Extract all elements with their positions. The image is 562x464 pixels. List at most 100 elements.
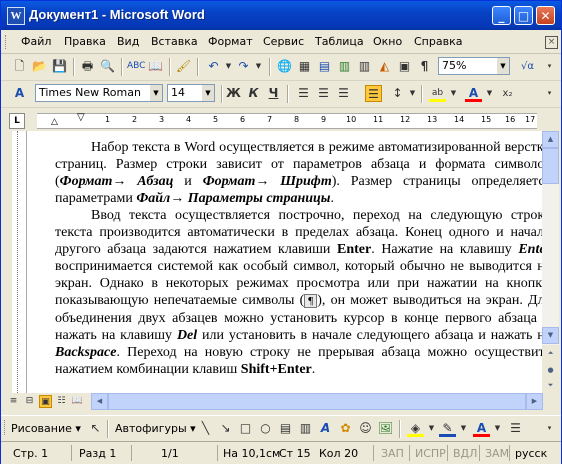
menu-grip[interactable]: [5, 35, 9, 49]
paragraph-2[interactable]: Ввод текста осуществляется построчно, пе…: [55, 207, 542, 378]
vertical-ruler[interactable]: [12, 131, 27, 393]
scroll-left-button[interactable]: ◀: [91, 393, 108, 410]
next-page-icon[interactable]: ⏷: [542, 377, 559, 394]
scroll-up-button[interactable]: ▲: [542, 131, 559, 148]
styles-icon[interactable]: A: [11, 85, 28, 102]
horizontal-ruler[interactable]: ▽ △ 1 2 3 4 5 6 7 8 9 10 11 12 13 14 15 …: [37, 112, 537, 129]
outline-view-icon[interactable]: ☷: [55, 395, 68, 408]
research-icon[interactable]: 📖: [147, 58, 164, 75]
scroll-down-button[interactable]: ▼: [542, 327, 559, 344]
drawing-icon[interactable]: ◭: [376, 58, 393, 75]
vertical-textbox-icon[interactable]: ▥: [297, 420, 314, 437]
menu-table[interactable]: Таблица: [315, 35, 364, 48]
menu-help[interactable]: Справка: [414, 35, 462, 48]
font-name-combo[interactable]: Times New Roman ▼: [35, 84, 163, 102]
select-objects-icon[interactable]: ↖: [87, 420, 104, 437]
font-color-icon[interactable]: A: [465, 85, 482, 102]
show-formatting-icon[interactable]: ¶: [416, 58, 433, 75]
format-toolbar-options-icon[interactable]: ▾: [541, 85, 558, 102]
tables-borders-icon[interactable]: ▦: [296, 58, 313, 75]
close-button[interactable]: ✕: [536, 6, 555, 25]
fill-color-dropdown-icon[interactable]: ▼: [423, 420, 440, 437]
align-left-icon[interactable]: ☰: [295, 85, 312, 102]
status-record-macro[interactable]: ЗАП: [381, 447, 404, 460]
draw-menu-button[interactable]: Рисование ▾: [11, 422, 81, 435]
menu-window[interactable]: Окно: [373, 35, 402, 48]
menu-edit[interactable]: Правка: [64, 35, 106, 48]
drawing-toolbar-options-icon[interactable]: ▾: [541, 420, 558, 437]
left-indent-marker[interactable]: △: [51, 117, 58, 127]
close-document-icon[interactable]: ×: [545, 36, 558, 49]
highlight-dropdown-icon[interactable]: ▼: [445, 85, 462, 102]
italic-button[interactable]: К: [245, 85, 262, 102]
subscript-icon[interactable]: x₂: [499, 85, 516, 102]
save-icon[interactable]: 💾: [51, 58, 68, 75]
print-preview-icon[interactable]: 🔍: [99, 58, 116, 75]
paragraph-1[interactable]: Набор текста в Word осуществляется в реж…: [55, 139, 542, 207]
first-line-indent-marker[interactable]: ▽: [77, 112, 85, 123]
toolbar-options-icon[interactable]: ▾: [541, 58, 558, 75]
insert-picture-icon[interactable]: 🖼: [377, 420, 394, 437]
zoom-dropdown-icon[interactable]: ▼: [497, 58, 509, 74]
line-color-icon[interactable]: ✎: [439, 420, 456, 437]
line-spacing-dropdown-icon[interactable]: ▼: [404, 85, 421, 102]
document-map-icon[interactable]: ▣: [396, 58, 413, 75]
horizontal-scrollbar[interactable]: ◀ ▶: [91, 393, 543, 410]
redo-dropdown-icon[interactable]: ▼: [250, 58, 267, 75]
vertical-scroll-thumb[interactable]: [542, 148, 559, 184]
document-area[interactable]: Набор текста в Word осуществляется в реж…: [27, 131, 542, 393]
status-overtype[interactable]: ЗАМ: [485, 447, 509, 460]
web-view-icon[interactable]: ⊟: [23, 395, 36, 408]
format-painter-icon[interactable]: 🖌: [175, 58, 192, 75]
arrow-tool-icon[interactable]: ↘: [217, 420, 234, 437]
font-color-dropdown-icon[interactable]: ▼: [481, 85, 498, 102]
font-size-dropdown-icon[interactable]: ▼: [202, 85, 214, 101]
tab-stop-selector[interactable]: L: [9, 113, 25, 129]
underline-button[interactable]: Ч: [265, 85, 282, 102]
oval-tool-icon[interactable]: ○: [257, 420, 274, 437]
line-style-icon[interactable]: ☰: [507, 420, 524, 437]
status-track-changes[interactable]: ИСПР: [415, 447, 446, 460]
maximize-button[interactable]: □: [514, 6, 533, 25]
fill-color-icon[interactable]: ◈: [407, 420, 424, 437]
bold-button[interactable]: Ж: [225, 85, 242, 102]
font-name-dropdown-icon[interactable]: ▼: [150, 85, 162, 101]
reading-view-icon[interactable]: 📖: [71, 395, 84, 408]
title-bar[interactable]: W Документ1 - Microsoft Word _ □ ✕: [1, 1, 561, 30]
scroll-right-button[interactable]: ▶: [526, 393, 543, 410]
document-text[interactable]: Набор текста в Word осуществляется в реж…: [55, 139, 542, 378]
menu-insert[interactable]: Вставка: [151, 35, 198, 48]
word-app-icon[interactable]: W: [7, 7, 25, 25]
line-color-dropdown-icon[interactable]: ▼: [455, 420, 472, 437]
rectangle-tool-icon[interactable]: □: [237, 420, 254, 437]
horizontal-scroll-thumb[interactable]: [108, 393, 526, 410]
align-right-icon[interactable]: ☰: [335, 85, 352, 102]
line-tool-icon[interactable]: ╲: [197, 420, 214, 437]
drawing-toolbar-grip[interactable]: [4, 420, 8, 435]
highlight-icon[interactable]: ab: [429, 85, 446, 102]
new-document-icon[interactable]: 🗋: [11, 58, 28, 75]
drawing-font-color-dropdown-icon[interactable]: ▼: [489, 420, 506, 437]
drawing-font-color-icon[interactable]: A: [473, 420, 490, 437]
print-icon[interactable]: 🖶: [79, 58, 96, 75]
normal-view-icon[interactable]: ≡: [7, 395, 20, 408]
menu-view[interactable]: Вид: [117, 35, 139, 48]
columns-icon[interactable]: ▥: [356, 58, 373, 75]
menu-format[interactable]: Формат: [208, 35, 253, 48]
wordart-icon[interactable]: A: [317, 420, 334, 437]
hyperlink-icon[interactable]: 🌐: [276, 58, 293, 75]
status-language[interactable]: русск: [515, 447, 547, 460]
equation-icon[interactable]: √α: [519, 58, 536, 75]
vertical-scrollbar[interactable]: ▲ ▼ ⏶ ● ⏷: [542, 131, 559, 394]
align-center-icon[interactable]: ☰: [315, 85, 332, 102]
menu-tools[interactable]: Сервис: [263, 35, 304, 48]
diagram-icon[interactable]: ✿: [337, 420, 354, 437]
previous-page-icon[interactable]: ⏶: [542, 345, 559, 362]
print-layout-view-icon[interactable]: ▣: [39, 395, 52, 408]
menu-file[interactable]: Файл: [21, 35, 51, 48]
font-size-combo[interactable]: 14 ▼: [167, 84, 215, 102]
open-folder-icon[interactable]: 📂: [31, 58, 48, 75]
minimize-button[interactable]: _: [492, 6, 511, 25]
insert-excel-icon[interactable]: ▥: [336, 58, 353, 75]
spelling-icon[interactable]: ABC: [127, 58, 145, 75]
